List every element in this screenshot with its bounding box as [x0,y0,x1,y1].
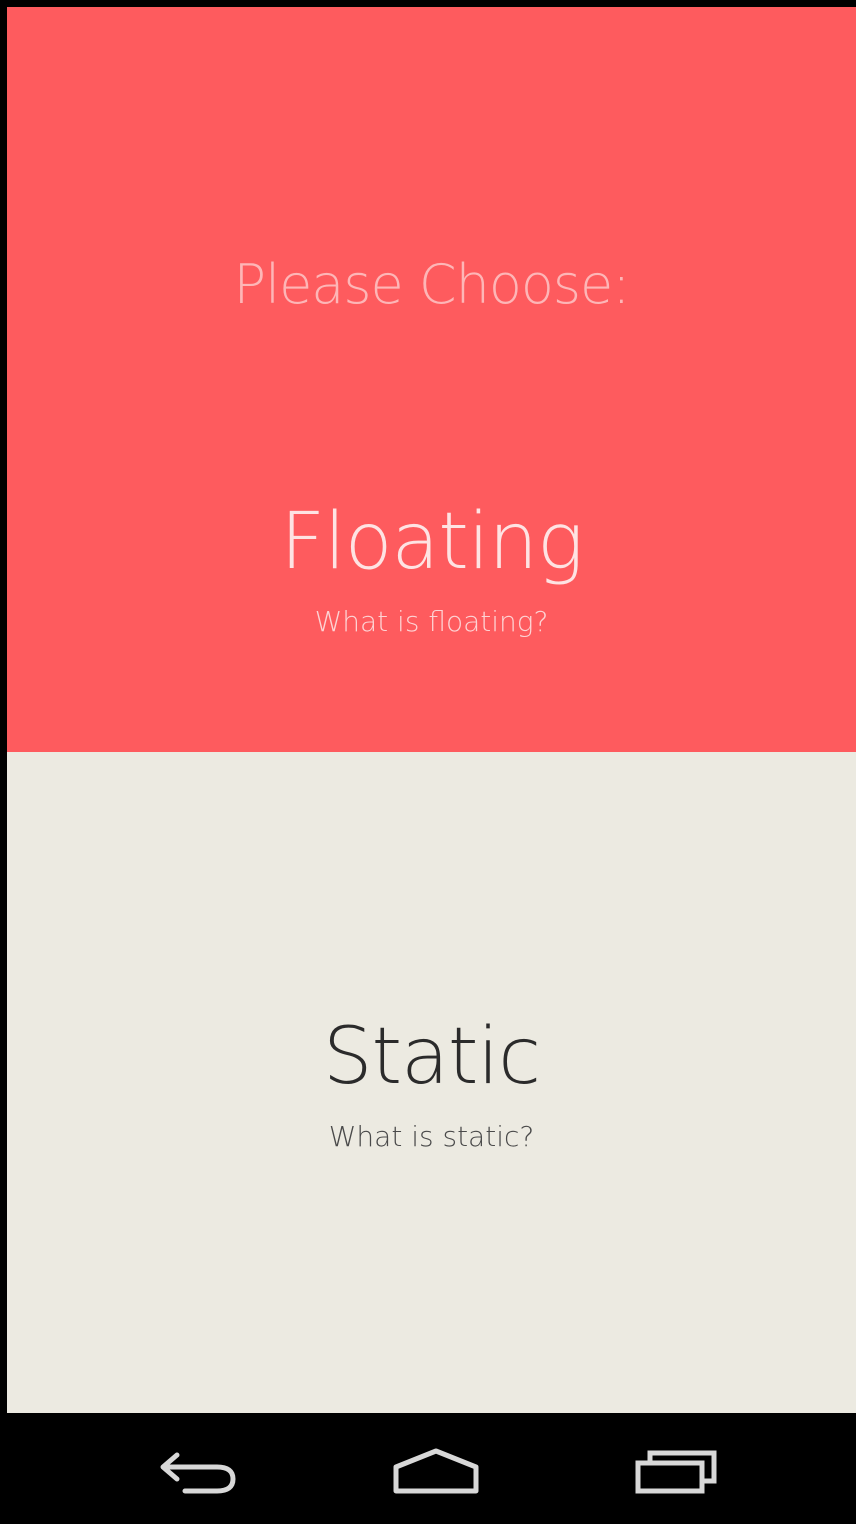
prompt-heading: Please Choose: [233,253,631,316]
back-icon [160,1452,236,1494]
device-frame: Please Choose: Floating What is floating… [0,0,856,1524]
system-navigation-bar [0,1413,856,1524]
floating-option-subtitle: What is floating? [314,605,549,638]
app-screen: Please Choose: Floating What is floating… [7,7,856,1413]
static-option-title: Static [322,1012,541,1102]
home-icon [393,1448,479,1494]
home-button[interactable] [381,1435,491,1505]
recents-icon [635,1450,717,1494]
back-button[interactable] [143,1435,253,1505]
floating-option-title: Floating [280,497,584,587]
static-option-subtitle: What is static? [328,1120,535,1153]
recents-button[interactable] [621,1435,731,1505]
floating-option-panel[interactable]: Please Choose: Floating What is floating… [7,7,856,752]
